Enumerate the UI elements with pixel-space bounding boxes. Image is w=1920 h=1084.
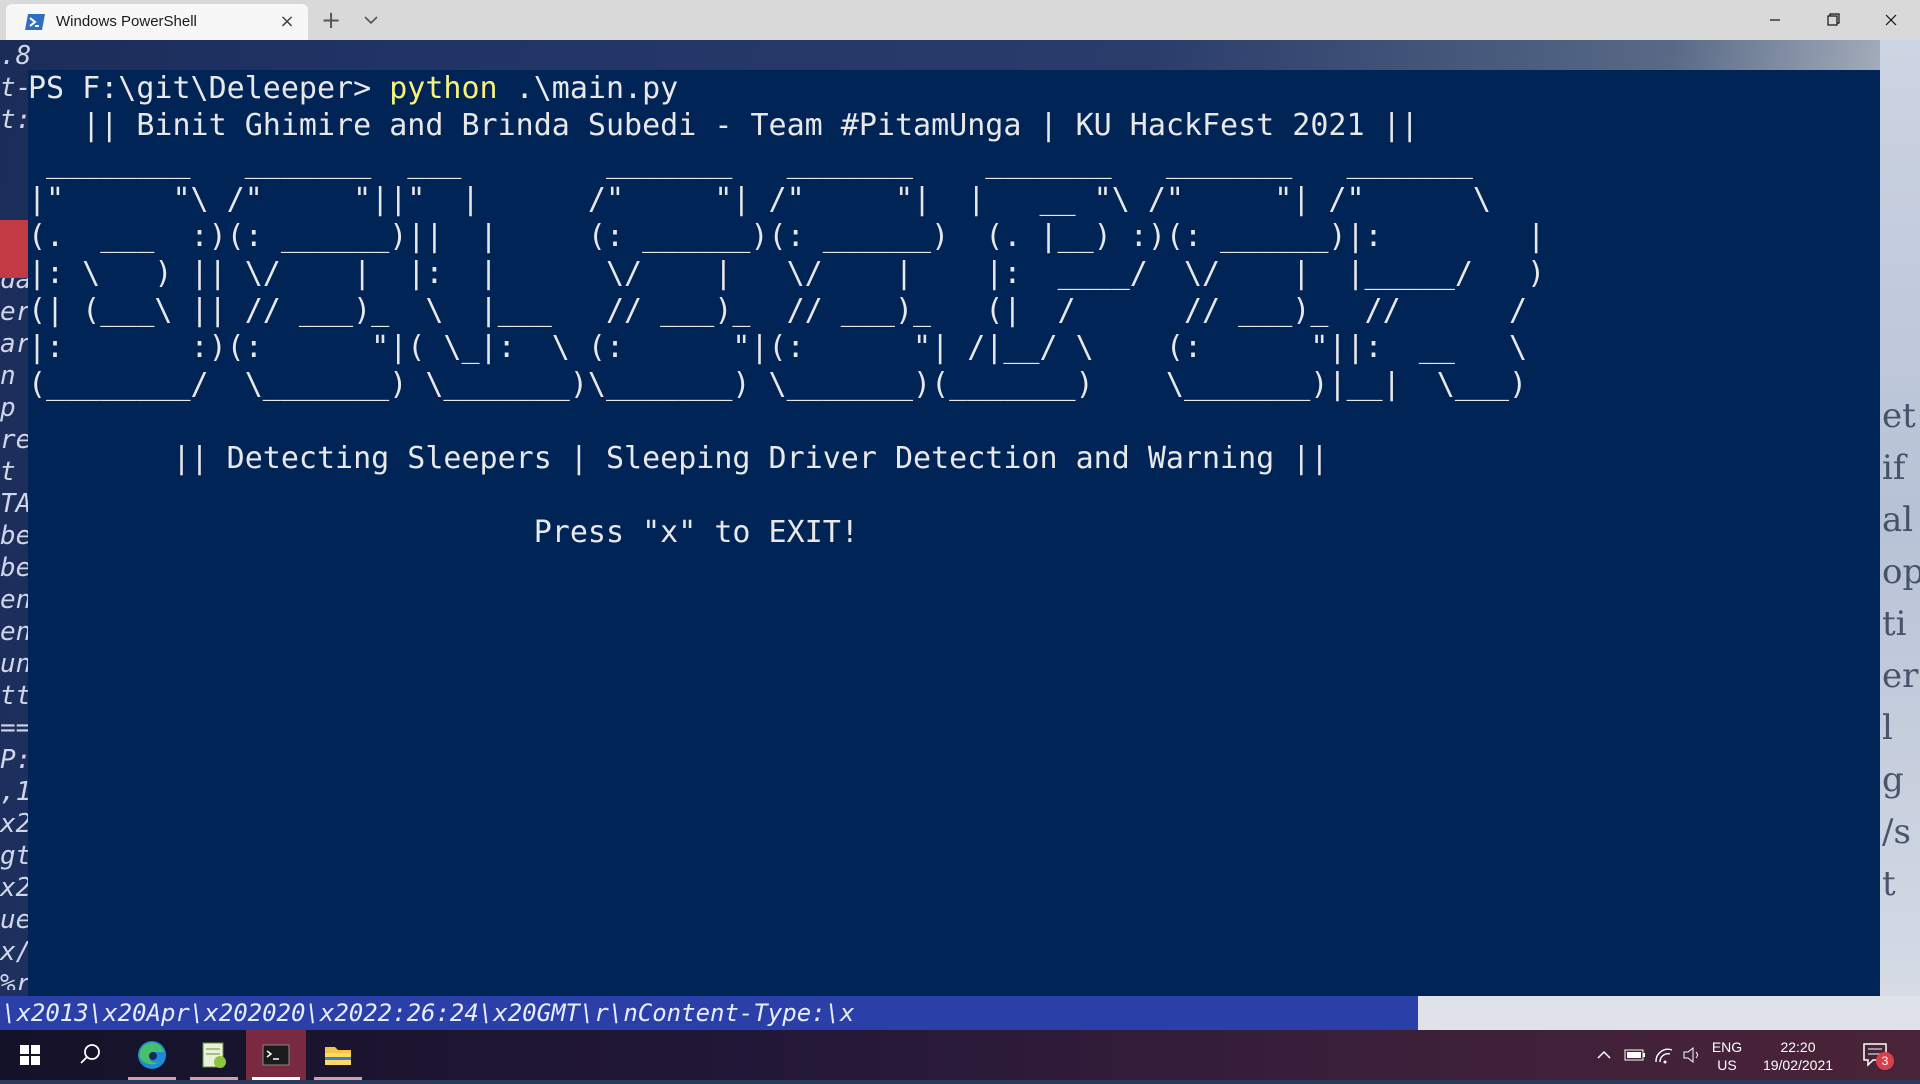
background-paper-strip xyxy=(1418,996,1920,1030)
show-hidden-icons[interactable] xyxy=(1594,1042,1614,1068)
edge-icon xyxy=(138,1041,166,1069)
terminal-output: PS F:\git\Deleeper> python .\main.py || … xyxy=(28,70,1545,551)
notification-badge: 3 xyxy=(1876,1052,1894,1070)
subtitle-line: || Detecting Sleepers | Sleeping Driver … xyxy=(28,441,1329,476)
taskbar-notepad-plus[interactable] xyxy=(184,1030,244,1080)
background-code-right: et if al op ti er l g /s t xyxy=(1882,396,1920,904)
notepad-plus-icon xyxy=(202,1042,226,1068)
banner-line: |" "\ /" "||" | /" "| /" "| | __ "\ /" "… xyxy=(28,182,1510,217)
exit-hint: Press "x" to EXIT! xyxy=(28,515,859,550)
volume-icon[interactable] xyxy=(1680,1042,1706,1068)
language-code: ENG xyxy=(1711,1039,1743,1055)
banner-line: (. ___ :)(: ______)|| | (: ______)(: ___… xyxy=(28,219,1546,254)
notifications-button[interactable]: 3 xyxy=(1858,1038,1898,1072)
powershell-icon xyxy=(24,13,46,31)
banner-line: ________ _______ ___ _______ _______ ___… xyxy=(28,145,1510,180)
background-code-strip: \x2013\x20Apr\x202020\x2022:26:24\x20GMT… xyxy=(0,996,1420,1030)
clock-time: 22:20 xyxy=(1780,1039,1816,1055)
background-red-mark xyxy=(0,220,28,278)
windows-icon xyxy=(20,1045,40,1065)
clock-date: 19/02/2021 xyxy=(1762,1057,1834,1073)
minimize-button[interactable] xyxy=(1752,0,1798,40)
battery-icon[interactable] xyxy=(1622,1042,1648,1068)
banner-line: |: :)(: "|( \_|: \ (: "|(: "| /|__/ \ (:… xyxy=(28,330,1546,365)
terminal-icon xyxy=(262,1044,290,1066)
banner-line: (| (___\ || // ___)_ \ |___ // ___)_ // … xyxy=(28,293,1546,328)
wifi-icon[interactable] xyxy=(1652,1042,1678,1068)
taskbar-edge[interactable] xyxy=(122,1030,182,1080)
close-window-button[interactable] xyxy=(1868,0,1914,40)
chevron-up-icon xyxy=(1597,1050,1611,1059)
tab-title: Windows PowerShell xyxy=(56,13,197,30)
region-code: US xyxy=(1717,1057,1737,1073)
terminal-pane[interactable]: PS F:\git\Deleeper> python .\main.py || … xyxy=(28,70,1880,996)
terminal-command-args: .\main.py xyxy=(497,71,679,106)
chevron-down-icon[interactable] xyxy=(360,10,382,30)
search-button[interactable] xyxy=(60,1030,120,1080)
credits-line: || Binit Ghimire and Brinda Subedi - Tea… xyxy=(28,108,1419,143)
taskbar-terminal[interactable] xyxy=(246,1030,306,1080)
start-button[interactable] xyxy=(0,1030,60,1080)
clock[interactable]: 22:20 19/02/2021 xyxy=(1756,1038,1840,1074)
taskbar: ENG US 22:20 19/02/2021 3 xyxy=(0,1030,1920,1080)
banner-line: (________/ \_______) \_______)\_______) … xyxy=(28,367,1528,402)
terminal-command: python xyxy=(389,71,498,106)
background-code-left: .8 t- t: da er ar n p re t S TA be ber e… xyxy=(0,41,30,990)
folder-icon xyxy=(325,1047,351,1065)
search-icon xyxy=(80,1044,100,1064)
banner-line: |: \ ) || \/ | |: | \/ | \/ | |: ____/ \… xyxy=(28,256,1546,291)
tab-powershell[interactable]: Windows PowerShell × xyxy=(6,4,308,40)
new-tab-button[interactable]: + xyxy=(318,6,344,34)
taskbar-file-explorer[interactable] xyxy=(308,1030,368,1080)
language-indicator[interactable]: ENG US xyxy=(1708,1038,1746,1074)
tab-close-icon[interactable]: × xyxy=(276,11,298,33)
window-titlebar: Windows PowerShell × + xyxy=(0,0,1920,40)
terminal-prompt: PS F:\git\Deleeper> xyxy=(28,71,390,106)
restore-button[interactable] xyxy=(1810,0,1856,40)
